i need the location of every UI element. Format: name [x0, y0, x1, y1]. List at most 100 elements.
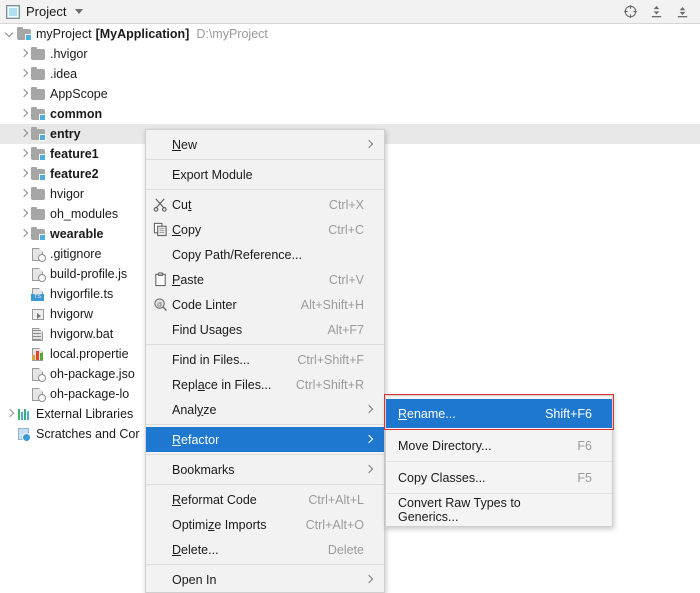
chevron-right-icon[interactable] — [18, 84, 30, 104]
submenu-item-move-directory[interactable]: Move Directory... F6 — [386, 431, 612, 460]
folder-icon — [30, 86, 46, 102]
menu-item-shortcut: Ctrl+C — [328, 223, 364, 237]
menu-item-label: Analyze — [172, 403, 364, 417]
chevron-right-icon[interactable] — [18, 64, 30, 84]
menu-item-open-in[interactable]: Open In — [146, 567, 384, 592]
tree-row-label: .idea — [50, 67, 77, 81]
chevron-down-icon[interactable] — [75, 9, 83, 14]
menu-item-find-in-files[interactable]: Find in Files...Ctrl+Shift+F — [146, 347, 384, 372]
folder-module-icon — [30, 226, 46, 242]
menu-item-delete[interactable]: Delete... Delete — [146, 537, 384, 562]
submenu-item-rename[interactable]: Rename...Shift+F6 — [386, 399, 612, 428]
tree-row-label: entry — [50, 127, 81, 141]
menu-item-icon-slot — [150, 134, 172, 156]
menu-separator — [146, 484, 384, 485]
tree-arrow-spacer — [18, 304, 30, 324]
menu-item-shortcut: Alt+Shift+H — [301, 298, 364, 312]
menu-item-analyze[interactable]: Analyze — [146, 397, 384, 422]
menu-item-copy-path-reference[interactable]: Copy Path/Reference... — [146, 242, 384, 267]
chevron-right-icon[interactable] — [4, 404, 16, 424]
refactor-submenu[interactable]: Rename...Shift+F6 Move Directory... F6 Copy… — [385, 395, 613, 527]
folder-icon — [30, 66, 46, 82]
chevron-right-icon[interactable] — [18, 104, 30, 124]
tree-arrow-spacer — [18, 244, 30, 264]
properties-file-icon — [30, 346, 46, 362]
tree-row[interactable]: AppScope — [0, 84, 700, 104]
menu-item-optimize-imports[interactable]: Optimize ImportsCtrl+Alt+O — [146, 512, 384, 537]
menu-item-label: Code Linter — [172, 298, 287, 312]
chevron-right-icon[interactable] — [18, 184, 30, 204]
tree-row[interactable]: .hvigor — [0, 44, 700, 64]
chevron-right-icon[interactable] — [18, 204, 30, 224]
tree-row[interactable]: .idea — [0, 64, 700, 84]
tree-row-label: hvigorw — [50, 307, 93, 321]
tree-row-label: AppScope — [50, 87, 108, 101]
chevron-right-icon[interactable] — [18, 44, 30, 64]
tree-arrow-spacer — [18, 284, 30, 304]
tree-row-label: feature1 — [50, 147, 99, 161]
submenu-item-label: Copy Classes... — [398, 471, 563, 485]
menu-item-label: Copy — [172, 223, 314, 237]
menu-item-replace-in-files[interactable]: Replace in Files...Ctrl+Shift+R — [146, 372, 384, 397]
menu-item-code-linter[interactable]: @ Code Linter Alt+Shift+H — [146, 292, 384, 317]
menu-item-shortcut: Ctrl+Shift+F — [297, 353, 364, 367]
tree-row-label: build-profile.js — [50, 267, 127, 281]
menu-item-icon-slot — [150, 569, 172, 591]
menu-item-reformat-code[interactable]: Reformat CodeCtrl+Alt+L — [146, 487, 384, 512]
chevron-right-icon[interactable] — [18, 224, 30, 244]
collapse-all-icon[interactable] — [675, 4, 690, 19]
menu-item-label: Refactor — [172, 433, 364, 447]
menu-item-label: Reformat Code — [172, 493, 294, 507]
menu-item-icon-slot — [150, 514, 172, 536]
menu-item-shortcut: Alt+F7 — [328, 323, 364, 337]
expand-all-icon[interactable] — [649, 4, 664, 19]
menu-item-label: Export Module — [172, 168, 364, 182]
menu-item-label: Copy Path/Reference... — [172, 248, 364, 262]
chevron-down-icon[interactable] — [4, 24, 16, 44]
menu-item-bookmarks[interactable]: Bookmarks — [146, 457, 384, 482]
submenu-separator — [386, 429, 612, 430]
submenu-item-shortcut: F6 — [577, 439, 592, 453]
menu-item-icon-slot — [150, 459, 172, 481]
toolbar-right-group — [623, 4, 700, 19]
locate-target-icon[interactable] — [623, 4, 638, 19]
menu-item-find-usages[interactable]: Find UsagesAlt+F7 — [146, 317, 384, 342]
tree-row[interactable]: myProject[MyApplication]D:\myProject — [0, 24, 700, 44]
menu-item-copy[interactable]: Copy Ctrl+C — [146, 217, 384, 242]
tree-row-label: oh-package-lo — [50, 387, 129, 401]
submenu-separator — [386, 493, 612, 494]
submenu-separator — [386, 461, 612, 462]
menu-separator — [146, 189, 384, 190]
menu-item-label: Delete... — [172, 543, 314, 557]
menu-item-refactor[interactable]: Refactor — [146, 427, 384, 452]
scratches-icon — [16, 426, 32, 442]
menu-item-export-module[interactable]: Export Module — [146, 162, 384, 187]
chevron-right-icon[interactable] — [18, 144, 30, 164]
tree-row[interactable]: common — [0, 104, 700, 124]
tree-row-label: External Libraries — [36, 407, 133, 421]
menu-item-cut[interactable]: CutCtrl+X — [146, 192, 384, 217]
menu-item-icon-slot — [150, 244, 172, 266]
svg-text:@: @ — [157, 302, 162, 308]
chevron-right-icon[interactable] — [18, 124, 30, 144]
tree-row-path: D:\myProject — [196, 27, 268, 41]
folder-module-icon — [30, 126, 46, 142]
menu-separator — [146, 564, 384, 565]
folder-module-icon — [30, 106, 46, 122]
menu-item-label: Open In — [172, 573, 364, 587]
submenu-item-copy-classes[interactable]: Copy Classes...F5 — [386, 463, 612, 492]
submenu-item-label: Move Directory... — [398, 439, 563, 453]
menu-item-new[interactable]: New — [146, 132, 384, 157]
menu-item-paste[interactable]: PasteCtrl+V — [146, 267, 384, 292]
submenu-item-shortcut: Shift+F6 — [545, 407, 592, 421]
code-linter-icon: @ — [150, 294, 172, 316]
script-file-icon — [30, 306, 46, 322]
menu-item-shortcut: Delete — [328, 543, 364, 557]
submenu-item-convert-raw-types-to-generics[interactable]: Convert Raw Types to Generics... — [386, 495, 612, 524]
tree-row-label: common — [50, 107, 102, 121]
chevron-right-icon[interactable] — [18, 164, 30, 184]
gitignore-file-icon — [30, 246, 46, 262]
tree-arrow-spacer — [18, 384, 30, 404]
context-menu[interactable]: NewExport ModuleCutCtrl+XCopyCtrl+CCopy … — [145, 129, 385, 593]
tree-arrow-spacer — [18, 364, 30, 384]
